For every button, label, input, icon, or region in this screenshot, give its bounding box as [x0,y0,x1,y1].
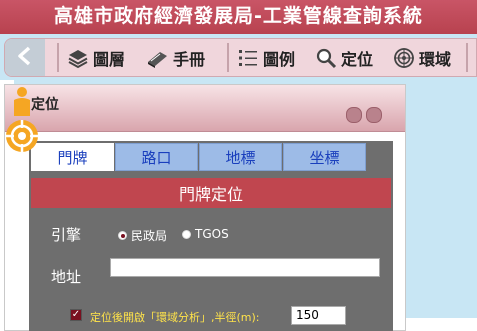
main-toolbar: 圖層 手冊 圖例 定位 環域 [4,38,477,77]
list-icon [237,47,259,69]
minimize-button[interactable] [346,107,362,123]
book-icon [145,47,169,69]
radar-icon [393,47,415,69]
toolbar-legend-button[interactable]: 圖例 [237,39,295,76]
address-label: 地址 [51,268,82,286]
toolbar-layers-label: 圖層 [93,49,126,69]
tab-intersection[interactable]: 路口 [115,143,198,171]
radio-unselected-icon [182,229,191,239]
radius-input[interactable]: 150 [291,306,346,325]
locate-tabs: 門牌 路口 地標 坐標 [31,143,391,171]
layers-icon [67,47,89,69]
panel-header[interactable]: 定位 [5,85,405,132]
toolbar-buffer-button[interactable]: 環域 [393,39,451,76]
address-input[interactable] [110,258,380,277]
engine-label: 引擎 [51,226,82,244]
engine-option-label: TGOS [195,227,229,241]
engine-option-label: 民政局 [131,229,168,243]
toolbar-divider [227,43,229,72]
app-title: 高雄市政府經濟發展局-工業管線查詢系統 [0,0,477,34]
section-title: 門牌定位 [31,178,391,208]
toolbar-locate-label: 定位 [341,49,374,69]
chevron-left-icon [16,46,34,70]
toolbar-divider [466,43,468,72]
tab-landmark[interactable]: 地標 [199,143,282,171]
toolbar-buffer-label: 環域 [419,49,452,69]
toolbar-layers-button[interactable]: 圖層 [67,39,125,76]
locate-badge [0,82,44,160]
radio-selected-icon [118,231,127,240]
tab-coordinates[interactable]: 坐標 [283,143,366,171]
toolbar-manual-label: 手冊 [173,49,206,69]
close-button[interactable] [366,107,382,123]
back-button[interactable] [5,39,45,76]
magnifier-icon [315,47,337,69]
buffer-checkbox-label: 定位後開啟「環域分析」,半徑(m): [90,311,260,324]
engine-radio-tgos[interactable]: TGOS [182,227,229,241]
locate-panel: 定位 門牌 路口 地標 坐標 門牌定位 [4,84,406,331]
engine-radio-civil[interactable]: 民政局 [118,227,167,244]
toolbar-divider [57,43,59,72]
toolbar-manual-button[interactable]: 手冊 [145,39,205,76]
buffer-checkbox[interactable]: ✓ [70,309,82,321]
toolbar-locate-button[interactable]: 定位 [315,39,373,76]
toolbar-legend-label: 圖例 [263,49,296,69]
